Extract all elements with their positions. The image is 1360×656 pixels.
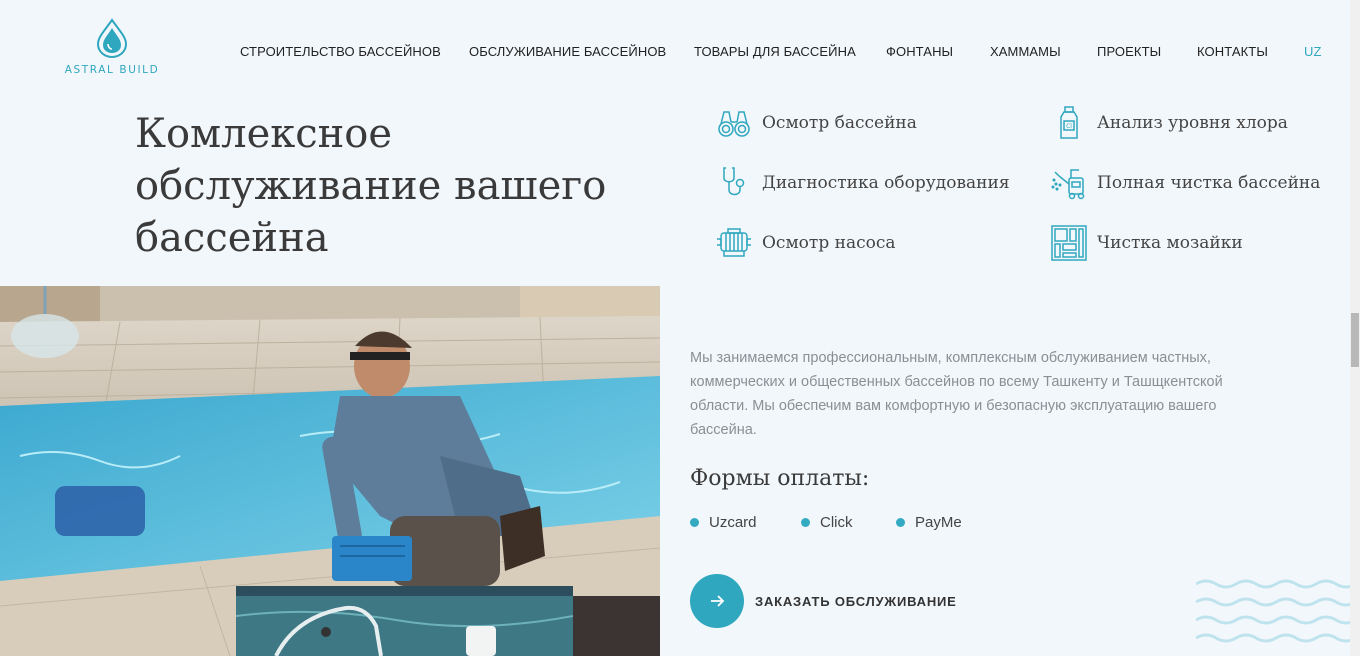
service-item-pool-inspection: Осмотр бассейна — [716, 105, 917, 141]
bullet-dot-icon — [690, 518, 699, 527]
binoculars-icon — [716, 105, 752, 141]
stethoscope-icon — [716, 165, 752, 201]
waves-decoration-icon — [1196, 579, 1357, 643]
scrollbar-thumb[interactable] — [1351, 313, 1359, 367]
pool-cleaning-detail-photo — [236, 586, 573, 656]
svg-text:Cl: Cl — [1066, 123, 1072, 130]
pump-icon — [716, 225, 752, 261]
mosaic-tiles-icon — [1051, 225, 1087, 261]
page-title-line: бассейна — [135, 215, 329, 261]
deck-edge-decoration — [573, 596, 660, 656]
bullet-dot-icon — [801, 518, 810, 527]
logo-text: ASTRAL BUILD — [64, 64, 160, 76]
logo[interactable]: ASTRAL BUILD — [56, 18, 168, 80]
nav-item-fountains[interactable]: ФОНТАНЫ — [886, 44, 953, 59]
nav-item-pool-construction[interactable]: СТРОИТЕЛЬСТВО БАССЕЙНОВ — [240, 44, 441, 59]
nav-item-projects[interactable]: ПРОЕКТЫ — [1097, 44, 1161, 59]
arrow-right-icon[interactable] — [690, 574, 744, 628]
pressure-washer-icon — [1051, 165, 1087, 201]
main-nav: СТРОИТЕЛЬСТВО БАССЕЙНОВ ОБСЛУЖИВАНИЕ БАС… — [240, 44, 1322, 60]
service-label: Диагностика оборудования — [762, 173, 1010, 193]
service-item-equipment-diagnostics: Диагностика оборудования — [716, 165, 1010, 201]
payment-method-label: PayMe — [915, 514, 962, 531]
service-label: Осмотр бассейна — [762, 113, 917, 133]
order-service-label[interactable]: ЗАКАЗАТЬ ОБСЛУЖИВАНИЕ — [755, 594, 957, 609]
service-item-mosaic-cleaning: Чистка мозайки — [1051, 225, 1243, 261]
service-item-chlorine-analysis: Cl Анализ уровня хлора — [1051, 105, 1288, 141]
nav-item-hammams[interactable]: ХАММАМЫ — [990, 44, 1061, 59]
chlorine-bottle-icon: Cl — [1051, 105, 1087, 141]
water-drop-logo-icon — [96, 18, 128, 58]
order-service-button[interactable]: ЗАКАЗАТЬ ОБСЛУЖИВАНИЕ — [690, 574, 957, 628]
service-description: Мы занимаемся профессиональным, комплекс… — [690, 350, 1223, 438]
service-label: Полная чистка бассейна — [1097, 173, 1321, 193]
payment-methods-title: Формы оплаты: — [690, 466, 870, 491]
service-label: Анализ уровня хлора — [1097, 113, 1288, 133]
page-title-line: Комлексное — [135, 111, 393, 157]
service-item-full-pool-cleaning: Полная чистка бассейна — [1051, 165, 1320, 201]
page-title: Комлексное обслуживание вашего бассейна — [135, 108, 655, 264]
service-item-pump-inspection: Осмотр насоса — [716, 225, 896, 261]
page-scrollbar[interactable] — [1350, 0, 1360, 656]
language-switch[interactable]: UZ — [1304, 44, 1322, 59]
payment-method-label: Click — [820, 514, 853, 531]
service-label: Осмотр насоса — [762, 233, 896, 253]
bullet-dot-icon — [896, 518, 905, 527]
service-label: Чистка мозайки — [1097, 233, 1243, 253]
payment-method-label: Uzcard — [709, 514, 757, 531]
nav-item-contacts[interactable]: КОНТАКТЫ — [1197, 44, 1268, 59]
payment-method-uzcard: Uzcard — [690, 514, 757, 531]
page-title-line: обслуживание вашего — [135, 163, 607, 209]
payment-method-click: Click — [801, 514, 853, 531]
nav-item-pool-service[interactable]: ОБСЛУЖИВАНИЕ БАССЕЙНОВ — [469, 44, 666, 59]
payment-method-payme: PayMe — [896, 514, 962, 531]
nav-item-pool-products[interactable]: ТОВАРЫ ДЛЯ БАССЕЙНА — [694, 44, 856, 59]
